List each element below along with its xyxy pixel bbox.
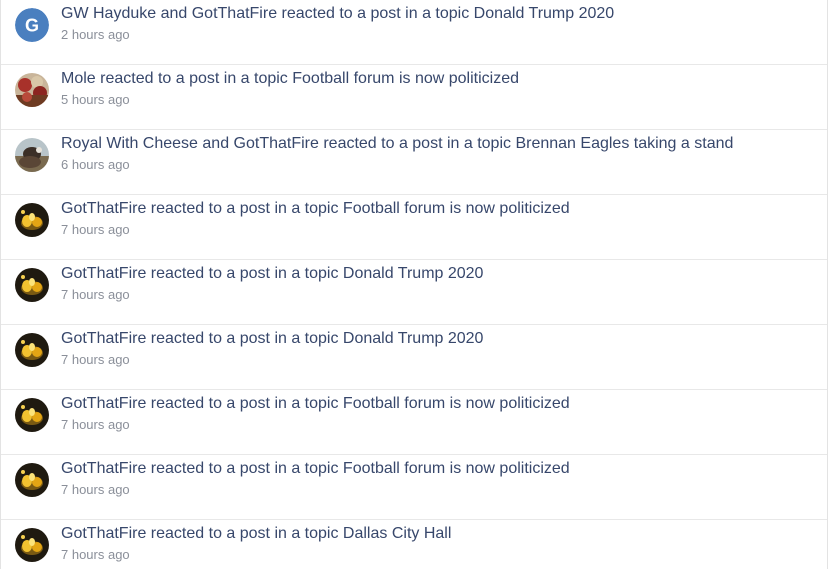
notification-link[interactable]: Royal With Cheese and GotThatFire reacte… [61,134,733,154]
notification-item[interactable]: Mole reacted to a post in a topic Footba… [1,65,827,130]
notification-time: 2 hours ago [61,27,130,42]
notification-link[interactable]: GotThatFire reacted to a post in a topic… [61,394,570,414]
notification-link[interactable]: Mole reacted to a post in a topic Footba… [61,69,519,89]
avatar[interactable] [15,73,49,107]
notification-time: 7 hours ago [61,482,130,497]
avatar[interactable] [15,138,49,172]
notification-item[interactable]: GotThatFire reacted to a post in a topic… [1,325,827,390]
notification-time: 7 hours ago [61,287,130,302]
avatar[interactable] [15,333,49,367]
notification-time: 7 hours ago [61,547,130,562]
avatar[interactable]: G [15,8,49,42]
notification-link[interactable]: GotThatFire reacted to a post in a topic… [61,329,483,349]
notification-link[interactable]: GotThatFire reacted to a post in a topic… [61,459,570,479]
avatar[interactable] [15,203,49,237]
notification-time: 6 hours ago [61,157,130,172]
notification-link[interactable]: GotThatFire reacted to a post in a topic… [61,524,451,544]
notification-item[interactable]: GotThatFire reacted to a post in a topic… [1,455,827,520]
avatar[interactable] [15,398,49,432]
notification-feed: G GW Hayduke and GotThatFire reacted to … [0,0,828,569]
avatar[interactable] [15,463,49,497]
avatar[interactable] [15,268,49,302]
notification-item[interactable]: GotThatFire reacted to a post in a topic… [1,195,827,260]
notification-item[interactable]: G GW Hayduke and GotThatFire reacted to … [1,0,827,65]
notification-time: 7 hours ago [61,222,130,237]
notification-link[interactable]: GW Hayduke and GotThatFire reacted to a … [61,4,614,24]
notification-link[interactable]: GotThatFire reacted to a post in a topic… [61,264,483,284]
notification-item[interactable]: GotThatFire reacted to a post in a topic… [1,520,827,584]
avatar[interactable] [15,528,49,562]
notification-time: 7 hours ago [61,352,130,367]
notification-item[interactable]: Royal With Cheese and GotThatFire reacte… [1,130,827,195]
notification-time: 7 hours ago [61,417,130,432]
notification-time: 5 hours ago [61,92,130,107]
notification-link[interactable]: GotThatFire reacted to a post in a topic… [61,199,570,219]
notification-item[interactable]: GotThatFire reacted to a post in a topic… [1,390,827,455]
avatar-letter: G [25,16,39,36]
notification-item[interactable]: GotThatFire reacted to a post in a topic… [1,260,827,325]
